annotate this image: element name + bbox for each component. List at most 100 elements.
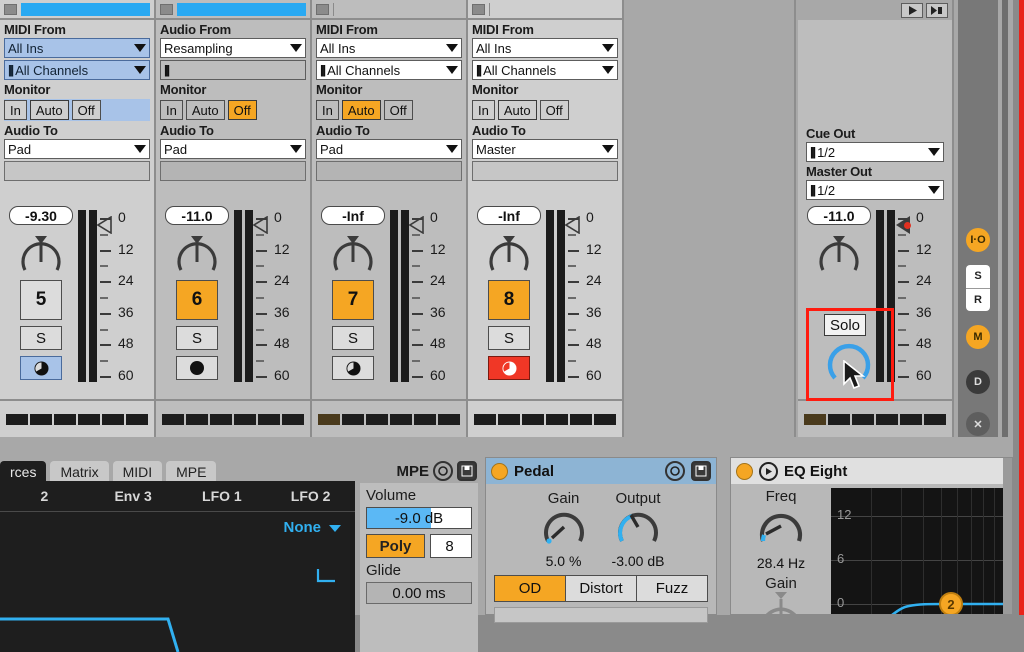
device-slot-2[interactable]: [160, 161, 306, 181]
clip-slot-4[interactable]: [489, 2, 618, 16]
play-icon[interactable]: [901, 2, 923, 18]
device-tab-rces[interactable]: rces: [0, 461, 47, 483]
track-pan-knob-3[interactable]: [326, 232, 380, 276]
device-slot-3[interactable]: [316, 161, 462, 181]
channel-chooser-1[interactable]: ||| All Channels: [4, 60, 150, 80]
clip-stop-button-2[interactable]: [160, 3, 173, 15]
modulation-target-value[interactable]: None: [284, 519, 322, 536]
stop-all-icon[interactable]: [926, 2, 948, 18]
voice-count-select[interactable]: 8: [430, 534, 472, 558]
mod-subtab-3[interactable]: LFO 2: [266, 488, 355, 504]
track-activator-2[interactable]: 6: [176, 280, 218, 320]
arm-button-3[interactable]: [332, 356, 374, 380]
hot-swap-icon-pedal[interactable]: [665, 461, 685, 481]
track-volume-3[interactable]: -Inf: [321, 206, 385, 225]
mod-subtab-1[interactable]: Env 3: [89, 488, 178, 504]
peak-indicator[interactable]: [565, 216, 580, 234]
master-clip-led[interactable]: [904, 222, 911, 229]
mod-subtab-0[interactable]: 2: [0, 488, 89, 504]
peak-indicator[interactable]: [409, 216, 424, 234]
device-slot-1[interactable]: [4, 161, 150, 181]
peak-indicator[interactable]: [97, 216, 112, 234]
rail-button-d[interactable]: D: [966, 370, 990, 394]
monitor-off-1[interactable]: Off: [71, 100, 101, 120]
hot-swap-icon[interactable]: [433, 461, 453, 481]
track-pan-knob-2[interactable]: [170, 232, 224, 276]
eq-frequency-response-graph[interactable]: 12 6 0 2: [831, 488, 1010, 614]
monitor-off-2[interactable]: Off: [227, 100, 257, 120]
rail-button-io[interactable]: I·O: [966, 228, 990, 252]
monitor-auto-4[interactable]: Auto: [497, 100, 537, 120]
monitor-off-3[interactable]: Off: [383, 100, 413, 120]
pedal-mode-fuzz[interactable]: Fuzz: [637, 576, 707, 601]
track-pan-knob-1[interactable]: [14, 232, 68, 276]
device-slot-4[interactable]: [472, 161, 618, 181]
pedal-gain-knob[interactable]: [538, 507, 590, 552]
monitor-in-3[interactable]: In: [316, 100, 339, 120]
rail-sends-returns-toggle[interactable]: SR: [966, 265, 990, 311]
device-scrollbar[interactable]: [1003, 458, 1012, 614]
arm-button-2[interactable]: [176, 356, 218, 380]
play-icon-eq[interactable]: [759, 461, 778, 481]
output-chooser-3[interactable]: Pad: [316, 139, 462, 159]
save-preset-icon[interactable]: [457, 461, 477, 481]
poly-button[interactable]: Poly: [366, 534, 425, 558]
input-chooser-3[interactable]: All Ins: [316, 38, 462, 58]
channel-chooser-4[interactable]: ||| All Channels: [472, 60, 618, 80]
eq-band-node-2[interactable]: 2: [939, 592, 963, 614]
monitor-in-1[interactable]: In: [4, 100, 27, 120]
clip-stop-button-3[interactable]: [316, 3, 329, 15]
monitor-auto-3[interactable]: Auto: [341, 100, 381, 120]
input-chooser-1[interactable]: All Ins: [4, 38, 150, 58]
pedal-mode-od[interactable]: OD: [495, 576, 566, 601]
device-power-icon[interactable]: [491, 462, 508, 480]
track-volume-4[interactable]: -Inf: [477, 206, 541, 225]
channel-chooser-2[interactable]: |||: [160, 60, 306, 80]
pedal-mode-distort[interactable]: Distort: [566, 576, 637, 601]
clip-slot-1[interactable]: [21, 2, 150, 16]
cue-out-chooser[interactable]: ||| 1/2: [806, 142, 944, 162]
device-power-icon-eq[interactable]: [736, 462, 753, 480]
solo-button-2[interactable]: S: [176, 326, 218, 350]
device-tab-matrix[interactable]: Matrix: [50, 461, 109, 483]
eq-freq-knob[interactable]: [731, 505, 831, 554]
monitor-auto-1[interactable]: Auto: [29, 100, 69, 120]
rail-button-m[interactable]: M: [966, 325, 990, 349]
master-pan-knob[interactable]: [812, 232, 866, 276]
peak-indicator[interactable]: [253, 216, 268, 234]
monitor-in-2[interactable]: In: [160, 100, 183, 120]
arm-button-4[interactable]: [488, 356, 530, 380]
monitor-off-4[interactable]: Off: [539, 100, 569, 120]
mod-subtab-2[interactable]: LFO 1: [178, 488, 267, 504]
master-volume-value[interactable]: -11.0: [807, 206, 871, 225]
track-volume-1[interactable]: -9.30: [9, 206, 73, 225]
save-preset-icon-pedal[interactable]: [691, 461, 711, 481]
track-volume-2[interactable]: -11.0: [165, 206, 229, 225]
clip-stop-button-4[interactable]: [472, 3, 485, 15]
monitor-auto-2[interactable]: Auto: [185, 100, 225, 120]
pedal-output-knob[interactable]: [612, 507, 665, 552]
clip-stop-button-1[interactable]: [4, 3, 17, 15]
arm-button-1[interactable]: [20, 356, 62, 380]
track-pan-knob-4[interactable]: [482, 232, 536, 276]
glide-field[interactable]: 0.00 ms: [366, 582, 472, 604]
track-activator-1[interactable]: 5: [20, 280, 62, 320]
device-tab-midi[interactable]: MIDI: [112, 461, 163, 483]
solo-button-1[interactable]: S: [20, 326, 62, 350]
eq-gain-knob[interactable]: [731, 592, 831, 623]
rail-button-[interactable]: ✕: [966, 412, 990, 436]
volume-field[interactable]: -9.0 dB: [366, 507, 472, 529]
channel-chooser-3[interactable]: ||| All Channels: [316, 60, 462, 80]
output-chooser-2[interactable]: Pad: [160, 139, 306, 159]
monitor-in-4[interactable]: In: [472, 100, 495, 120]
track-activator-3[interactable]: 7: [332, 280, 374, 320]
track-activator-4[interactable]: 8: [488, 280, 530, 320]
input-chooser-4[interactable]: All Ins: [472, 38, 618, 58]
device-tab-mpe[interactable]: MPE: [166, 461, 217, 483]
clip-slot-3[interactable]: [333, 2, 462, 16]
clip-slot-2[interactable]: [177, 2, 306, 16]
solo-button-3[interactable]: S: [332, 326, 374, 350]
solo-button-4[interactable]: S: [488, 326, 530, 350]
master-out-chooser[interactable]: ||| 1/2: [806, 180, 944, 200]
input-chooser-2[interactable]: Resampling: [160, 38, 306, 58]
